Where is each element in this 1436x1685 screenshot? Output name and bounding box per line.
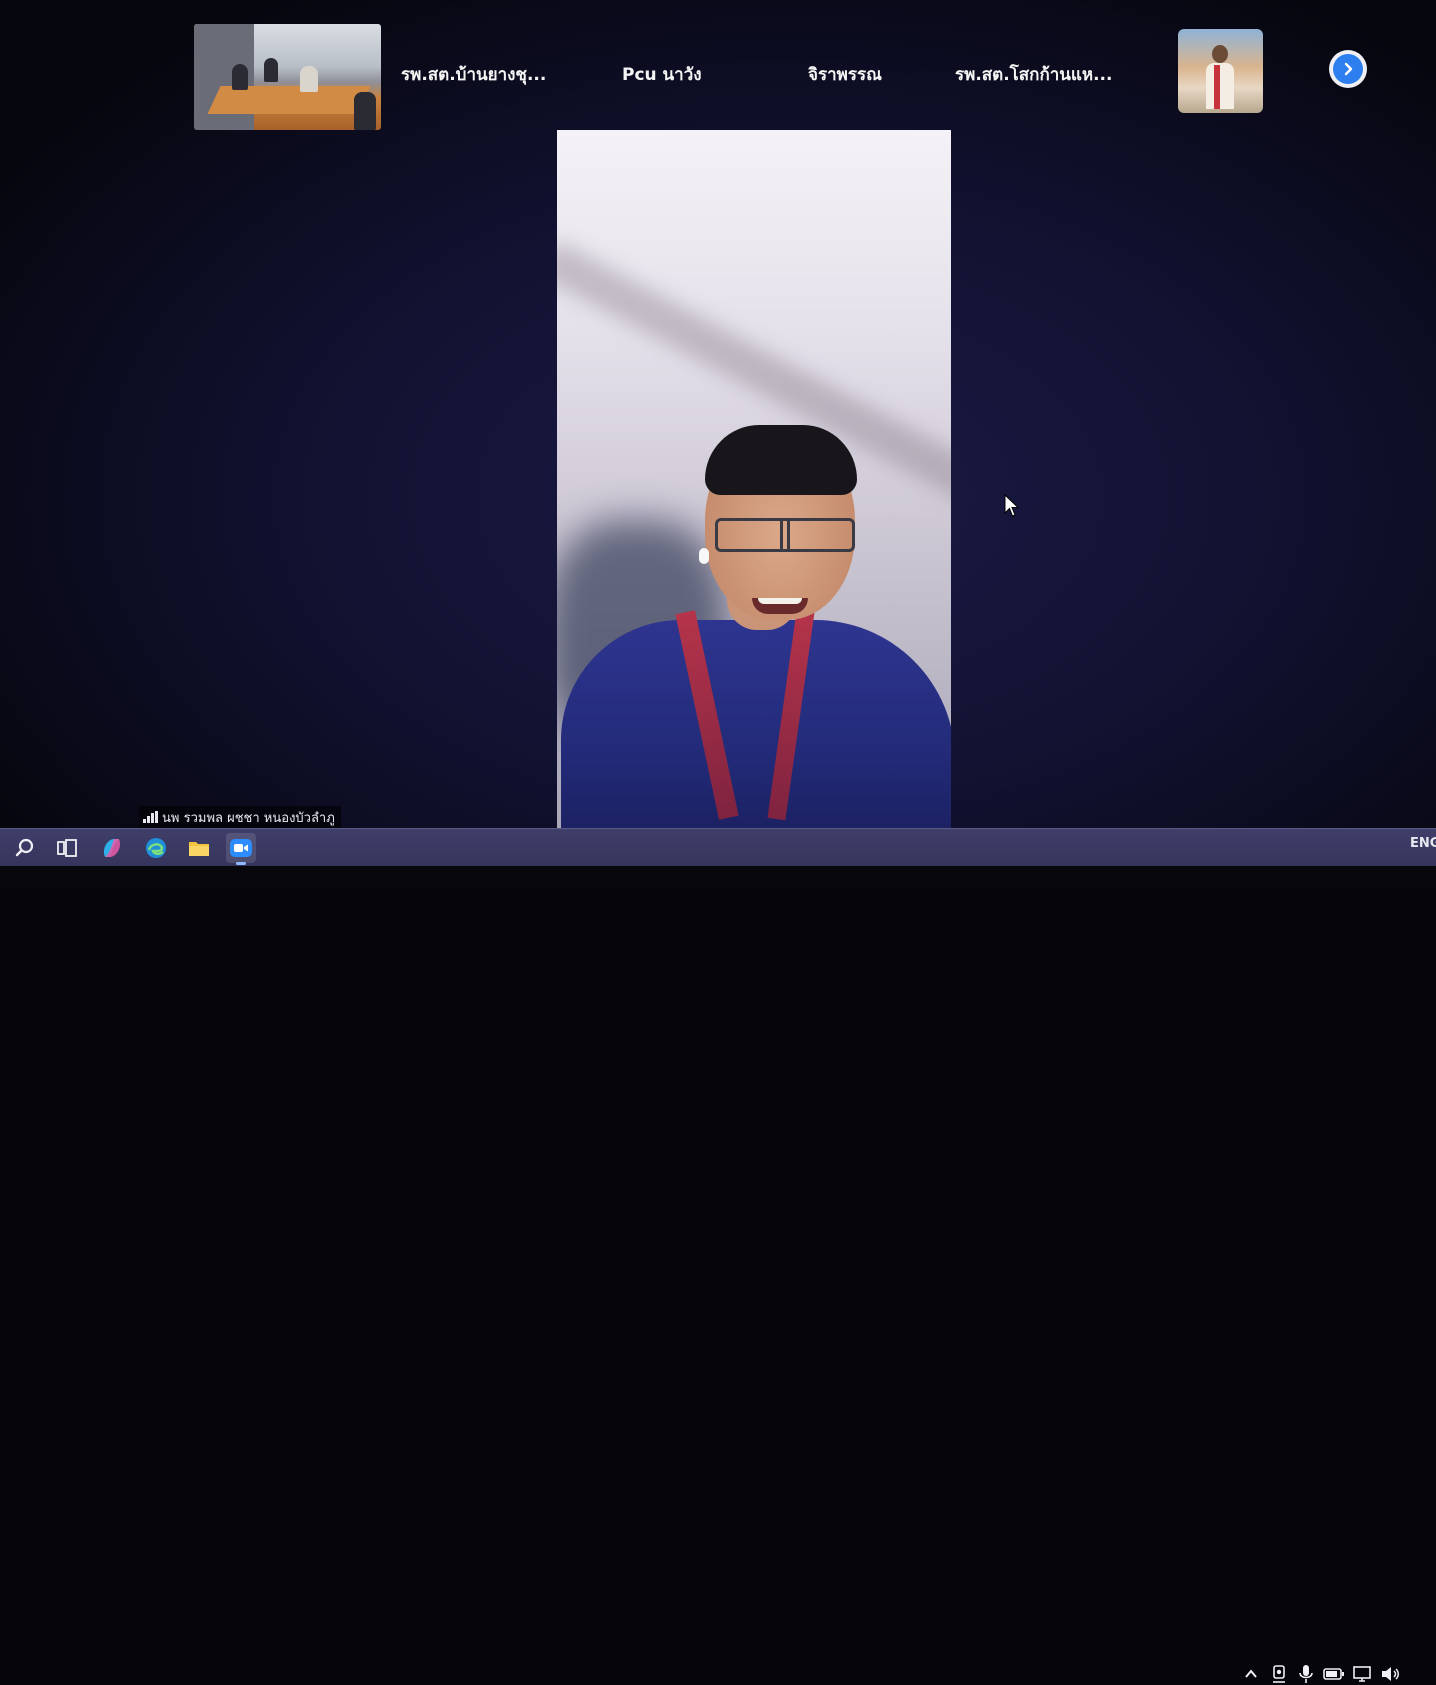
participant-tile-name[interactable]: รพ.สต.โสกก้านแห...	[955, 60, 1112, 90]
volume-icon[interactable]	[1379, 1663, 1401, 1685]
speaker-earbud	[699, 548, 709, 564]
active-speaker-video	[557, 130, 951, 828]
participant-video-room[interactable]	[194, 24, 381, 130]
speaker-glasses	[715, 518, 855, 552]
meeting-stage: รพ.สต.บ้านยางชุ... Pcu นาวัง จิราพรรณ รพ…	[0, 0, 1436, 828]
chevron-up-icon[interactable]	[1240, 1663, 1262, 1685]
participant-video-person[interactable]	[1178, 29, 1263, 113]
chevron-right-icon	[1333, 54, 1363, 84]
room-table	[207, 86, 371, 114]
room-person	[354, 92, 376, 130]
participant-figure-body	[1206, 63, 1234, 109]
next-page-button[interactable]	[1329, 50, 1367, 88]
taskbar	[0, 828, 1436, 1683]
room-person	[300, 66, 318, 92]
participant-figure-sash	[1214, 65, 1220, 109]
speaker-torso	[561, 620, 951, 828]
file-explorer-icon[interactable]	[184, 833, 214, 863]
battery-icon[interactable]	[1323, 1663, 1345, 1685]
participant-tile-name[interactable]: จิราพรรณ	[808, 60, 882, 90]
monitor-bezel	[0, 866, 1436, 888]
speaker-mouth	[752, 598, 808, 614]
meet-now-icon[interactable]	[1268, 1663, 1290, 1685]
task-view-icon[interactable]	[52, 833, 82, 863]
network-icon[interactable]	[1351, 1663, 1373, 1685]
active-speaker-name: นพ รวมพล ผชชา หนองบัวลำภู	[162, 810, 335, 826]
active-speaker-label: นพ รวมพล ผชชา หนองบัวลำภู	[139, 806, 341, 828]
participant-tile-name[interactable]: Pcu นาวัง	[622, 60, 702, 90]
participant-strip: รพ.สต.บ้านยางชุ... Pcu นาวัง จิราพรรณ รพ…	[0, 0, 1436, 130]
participant-figure-head	[1212, 45, 1228, 63]
edge-icon[interactable]	[141, 833, 171, 863]
zoom-icon[interactable]	[226, 833, 256, 865]
copilot-icon[interactable]	[97, 833, 127, 863]
participant-tile-name[interactable]: รพ.สต.บ้านยางชุ...	[401, 60, 546, 90]
microphone-icon[interactable]	[1295, 1663, 1317, 1685]
room-person	[232, 64, 248, 90]
language-indicator[interactable]: ENG	[1410, 836, 1436, 851]
room-person	[264, 58, 278, 82]
mouse-pointer-icon	[1004, 494, 1020, 517]
connection-signal-icon	[143, 811, 158, 823]
search-icon[interactable]	[10, 833, 40, 863]
speaker-hair	[705, 425, 857, 495]
